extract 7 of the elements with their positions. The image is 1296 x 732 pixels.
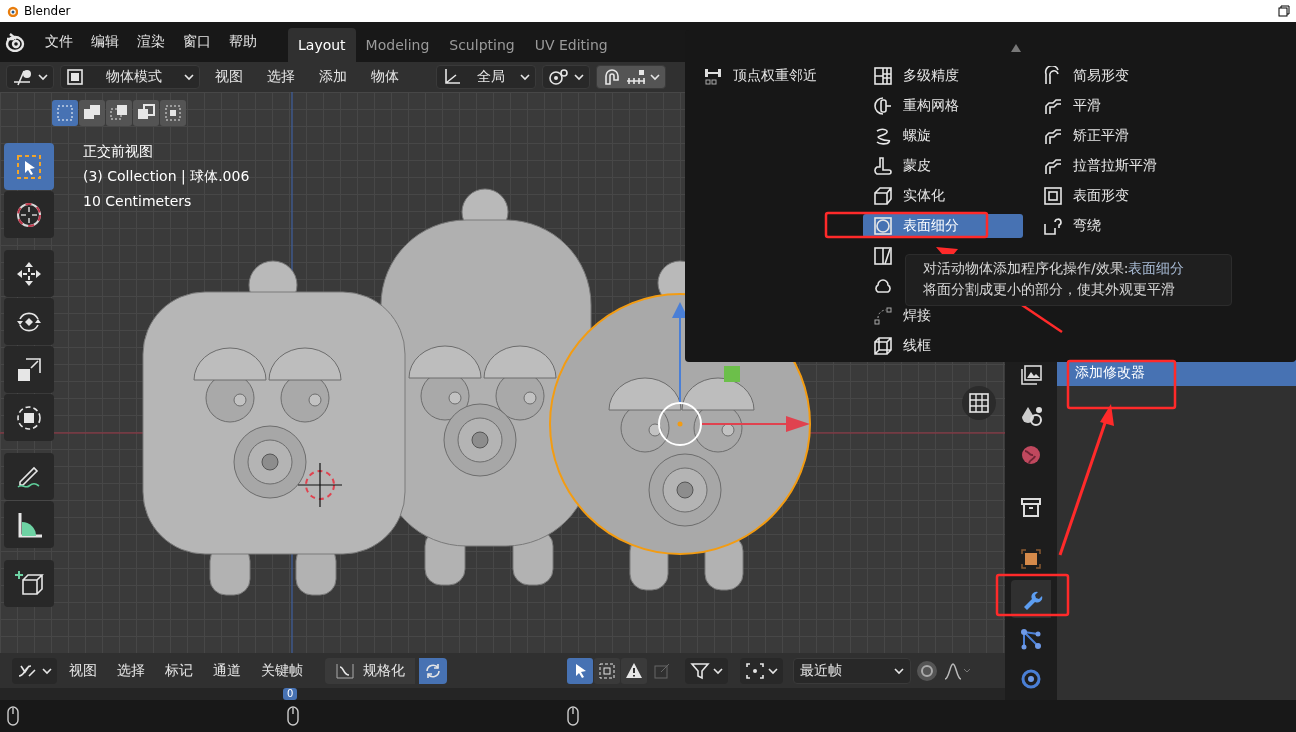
viewport-info-text: 10 Centimeters (83, 193, 193, 209)
window-title: Blender (24, 4, 71, 18)
tooltip-description: 将面分割成更小的部分，使其外观更平滑 (923, 281, 1176, 299)
tooltip-modifier-name: 表面细分 (1128, 260, 1185, 276)
viewport-info-text: (3) Collection | 球体.006 (83, 168, 250, 186)
viewport-info-text: 正交前视图 (83, 143, 154, 161)
tooltip-text: 对活动物体添加程序化操作/效果: (923, 260, 1129, 276)
